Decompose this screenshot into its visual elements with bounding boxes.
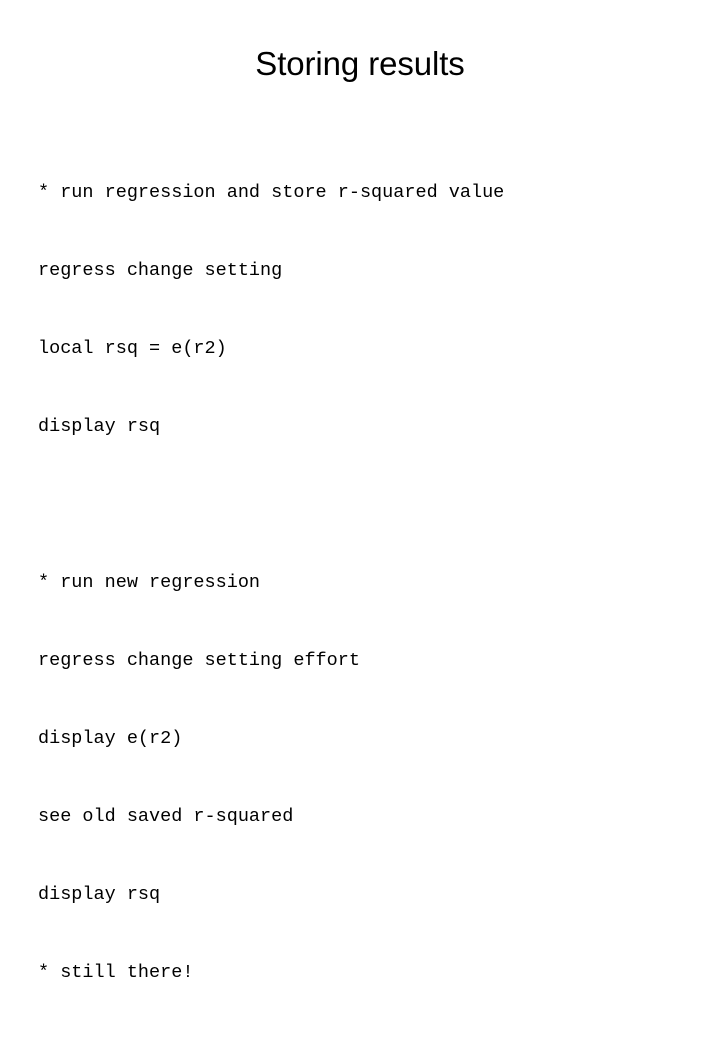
slide-content-body: * run regression and store r-squared val… [38,128,688,1038]
code-line: local rsq = e(r2) [38,338,227,359]
block-separator [38,492,688,518]
code-line: regress change setting [38,260,283,281]
code-line: regress change setting effort [38,650,360,671]
page-title: Storing results [255,45,465,82]
first-code-block: * run regression and store r-squared val… [38,128,688,492]
code-line: display rsq [38,416,161,437]
code-line: * run new regression [38,572,261,593]
code-line: display rsq [38,884,161,905]
presentation-slide: Storing results * run regression and sto… [0,0,720,983]
code-line: * run regression and store r-squared val… [38,182,505,203]
code-line: see old saved r-squared [38,806,294,827]
code-line: * still there! [38,962,194,983]
second-code-block: * run new regression regress change sett… [38,518,688,1038]
code-line: display e(r2) [38,728,183,749]
